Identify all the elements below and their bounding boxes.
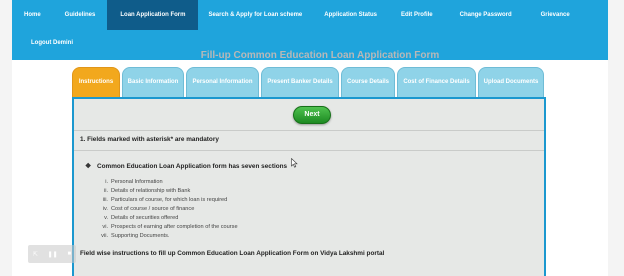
pause-icon[interactable]: ❚❚ xyxy=(48,251,58,258)
list-item: i. Personal Information xyxy=(94,178,238,187)
list-number: vi. xyxy=(102,224,108,230)
mouse-cursor-icon xyxy=(291,155,298,173)
nav-change-password[interactable]: Change Password xyxy=(445,0,527,30)
list-text: Details of securities offered xyxy=(111,215,179,221)
list-item: vi. Prospects of earning after completion… xyxy=(94,223,238,232)
screen-edge-right xyxy=(608,0,624,276)
list-number: v. xyxy=(104,215,108,221)
nav-guidelines[interactable]: Guidelines xyxy=(53,0,108,30)
divider xyxy=(74,150,544,151)
nav-logout[interactable]: Logout Demini xyxy=(12,30,92,56)
tab-instructions[interactable]: Instructions xyxy=(72,67,120,97)
tab-label: Course Details xyxy=(346,79,389,85)
tab-course-details[interactable]: Course Details xyxy=(341,67,395,97)
nav-row-primary: Home Guidelines Loan Application Form Se… xyxy=(12,0,584,30)
tab-basic-information[interactable]: Basic Information xyxy=(122,67,184,97)
list-text: Personal Information xyxy=(111,179,163,185)
screen-edge-left xyxy=(0,0,12,276)
tab-label: Instructions xyxy=(78,79,114,85)
nav-application-status[interactable]: Application Status xyxy=(312,0,389,30)
expand-icon[interactable]: ⇱ xyxy=(33,251,38,258)
mandatory-note: 1. Fields marked with asterisk* are mand… xyxy=(80,136,219,143)
list-text: Supporting Documents. xyxy=(111,233,170,239)
list-number: ii. xyxy=(103,188,108,194)
list-number: i. xyxy=(105,179,108,185)
page-title: Fill-up Common Education Loan Applicatio… xyxy=(200,50,440,60)
nav-edit-profile[interactable]: Edit Profile xyxy=(389,0,445,30)
tab-present-banker-details[interactable]: Present Banker Details xyxy=(261,67,339,97)
tab-upload-documents[interactable]: Upload Documents xyxy=(478,67,544,97)
tab-cost-of-finance-details[interactable]: Cost of Finance Details xyxy=(397,67,476,97)
list-text: Prospects of earning after completion of… xyxy=(111,224,238,230)
list-text: Particulars of course, for which loan is… xyxy=(111,197,228,203)
nav-home[interactable]: Home xyxy=(12,0,53,30)
video-player-controls: ⇱ ❚❚ ■ xyxy=(28,245,76,263)
sections-heading-text: Common Education Loan Application form h… xyxy=(97,162,288,170)
list-item: iii. Particulars of course, for which loa… xyxy=(94,196,238,205)
list-item: ii. Details of relationship with Bank xyxy=(94,187,238,196)
diamond-bullet-icon: ❖ xyxy=(85,163,92,170)
tab-label: Basic Information xyxy=(127,79,179,85)
nav-grievance[interactable]: Grievance xyxy=(527,0,584,30)
fieldwise-heading: Field wise instructions to fill up Commo… xyxy=(80,250,385,257)
tab-label: Present Banker Details xyxy=(267,79,333,85)
next-button[interactable]: Next xyxy=(293,106,331,124)
stop-icon[interactable]: ■ xyxy=(67,251,71,257)
list-number: iii. xyxy=(102,197,108,203)
tab-label: Personal Information xyxy=(192,79,253,85)
sections-heading: ❖ Common Education Loan Application form… xyxy=(85,162,288,171)
nav-loan-application-form[interactable]: Loan Application Form xyxy=(107,0,199,30)
list-text: Details of relationship with Bank xyxy=(111,188,191,194)
list-item: iv. Cost of course / source of finance xyxy=(94,205,238,214)
sections-list: i. Personal Information ii. Details of rel… xyxy=(94,178,238,241)
nav-row-secondary: Logout Demini xyxy=(12,30,92,56)
tab-personal-information[interactable]: Personal Information xyxy=(186,67,259,97)
nav-search-apply-loan-scheme[interactable]: Search & Apply for Loan scheme xyxy=(198,0,312,30)
tab-label: Upload Documents xyxy=(483,79,539,85)
list-number: vii. xyxy=(101,233,108,239)
list-number: iv. xyxy=(102,206,108,212)
instructions-panel: Next 1. Fields marked with asterisk* are… xyxy=(72,97,546,276)
tab-label: Cost of Finance Details xyxy=(403,79,470,85)
list-item: v. Details of securities offered xyxy=(94,214,238,223)
list-item: vii. Supporting Documents. xyxy=(94,232,238,241)
list-text: Cost of course / source of finance xyxy=(111,206,195,212)
divider xyxy=(74,130,544,131)
